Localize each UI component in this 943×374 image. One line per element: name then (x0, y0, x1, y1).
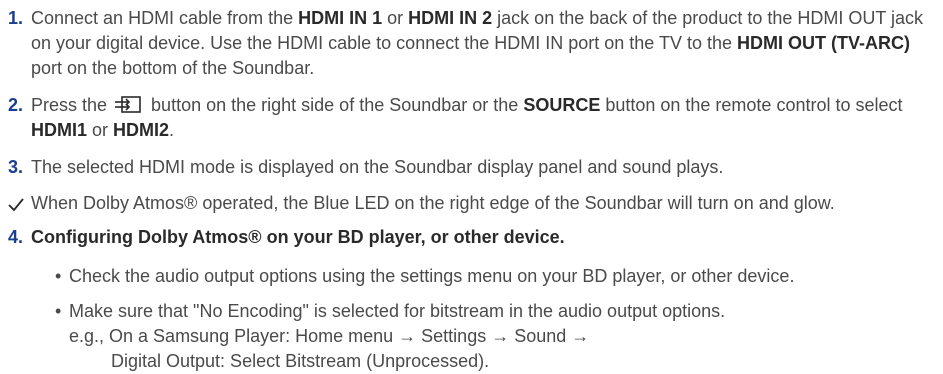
step-number: 1. (8, 8, 24, 28)
step-number: 3. (8, 157, 24, 177)
bullet-item: • Check the audio output options using t… (55, 264, 939, 289)
step-number: 2. (8, 95, 24, 115)
source-button-icon (114, 95, 144, 115)
mode-label: HDMI2 (113, 120, 170, 140)
step-4: 4. Configuring Dolby Atmos® on your BD p… (8, 225, 939, 250)
bullet-item: • Make sure that "No Encoding" is select… (55, 299, 939, 374)
note: When Dolby Atmos® operated, the Blue LED… (8, 191, 939, 216)
bullet-text: Check the audio output options using the… (69, 266, 795, 286)
step-text: The selected HDMI mode is displayed on t… (31, 157, 724, 177)
step-number: 4. (8, 227, 24, 247)
step-heading: Configuring Dolby Atmos® on your BD play… (31, 227, 565, 247)
bullet-line: Digital Output: Select Bitstream (Unproc… (111, 351, 490, 371)
text-run: Press the (31, 95, 113, 115)
port-label: HDMI IN 1 (298, 8, 383, 28)
step-text: Press the button on the right side of th… (31, 93, 939, 143)
text-run: button on the remote control to select (600, 95, 903, 115)
port-label: HDMI IN 2 (408, 8, 493, 28)
text-run: button on the right side of the Soundbar… (146, 95, 524, 115)
bullet-line: e.g., On a Samsung Player: Home menu → S… (69, 326, 590, 346)
mode-label: HDMI1 (31, 120, 88, 140)
button-label: SOURCE (523, 95, 601, 115)
bullet-dot-icon: • (55, 301, 62, 321)
note-text: When Dolby Atmos® operated, the Blue LED… (31, 193, 835, 213)
bullet-text: Make sure that "No Encoding" is selected… (69, 299, 939, 374)
step-1: 1. Connect an HDMI cable from the HDMI I… (8, 6, 939, 81)
text-run: Connect an HDMI cable from the (31, 8, 299, 28)
text-run: or (382, 8, 409, 28)
step-2: 2. Press the button on the right side of… (8, 93, 939, 143)
instruction-page: 1. Connect an HDMI cable from the HDMI I… (0, 0, 943, 371)
step-3: 3. The selected HDMI mode is displayed o… (8, 155, 939, 180)
text-run: or (87, 120, 114, 140)
step-text: Connect an HDMI cable from the HDMI IN 1… (31, 6, 939, 81)
text-run: port on the bottom of the Soundbar. (31, 58, 315, 78)
text-run: . (169, 120, 175, 140)
port-label: HDMI OUT (TV-ARC) (737, 33, 911, 53)
checkmark-icon (8, 195, 24, 212)
bullet-line: Make sure that "No Encoding" is selected… (69, 301, 726, 321)
bullet-dot-icon: • (55, 266, 62, 286)
